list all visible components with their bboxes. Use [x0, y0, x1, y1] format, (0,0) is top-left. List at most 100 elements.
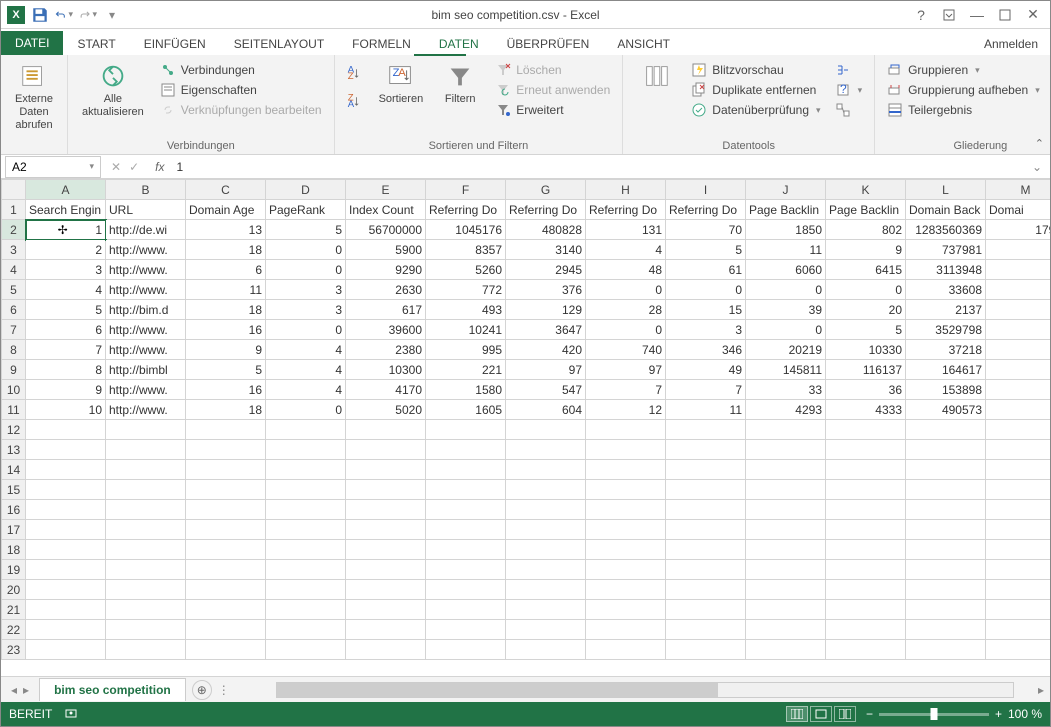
cell-B6[interactable]: http://bim.d [106, 300, 186, 320]
undo-icon[interactable]: ▾ [55, 6, 73, 24]
cell-B10[interactable]: http://www. [106, 380, 186, 400]
cell-F12[interactable] [426, 420, 506, 440]
tab-formeln[interactable]: FORMELN [338, 33, 425, 55]
tab-nav-last-icon[interactable]: ▸ [23, 683, 29, 697]
cell-C2[interactable]: 13 [186, 220, 266, 240]
cell-A17[interactable] [26, 520, 106, 540]
cell-D14[interactable] [266, 460, 346, 480]
accept-formula-icon[interactable]: ✓ [129, 160, 139, 174]
cell-M11[interactable]: 2 [986, 400, 1051, 420]
cell-L20[interactable] [906, 580, 986, 600]
row-header-5[interactable]: 5 [2, 280, 26, 300]
row-header-4[interactable]: 4 [2, 260, 26, 280]
cell-I2[interactable]: 70 [666, 220, 746, 240]
cell-C6[interactable]: 18 [186, 300, 266, 320]
cell-E13[interactable] [346, 440, 426, 460]
cell-L6[interactable]: 2137 [906, 300, 986, 320]
cell-C20[interactable] [186, 580, 266, 600]
cell-L7[interactable]: 3529798 [906, 320, 986, 340]
cell-I15[interactable] [666, 480, 746, 500]
cell-D18[interactable] [266, 540, 346, 560]
teilergebnis-button[interactable]: Teilergebnis [883, 101, 1044, 119]
cell-G13[interactable] [506, 440, 586, 460]
name-box[interactable]: A2▾ [5, 156, 101, 178]
cell-D17[interactable] [266, 520, 346, 540]
cell-H23[interactable] [586, 640, 666, 660]
cell-E8[interactable]: 2380 [346, 340, 426, 360]
cell-A1[interactable]: Search Engin [26, 200, 106, 220]
help-icon[interactable]: ? [908, 5, 934, 25]
cell-H14[interactable] [586, 460, 666, 480]
cell-A7[interactable]: 6 [26, 320, 106, 340]
cell-K2[interactable]: 802 [826, 220, 906, 240]
cell-I22[interactable] [666, 620, 746, 640]
fx-icon[interactable]: fx [149, 160, 170, 174]
cell-F18[interactable] [426, 540, 506, 560]
cell-D22[interactable] [266, 620, 346, 640]
cell-C22[interactable] [186, 620, 266, 640]
cell-M8[interactable] [986, 340, 1051, 360]
cell-H12[interactable] [586, 420, 666, 440]
cell-I1[interactable]: Referring Do [666, 200, 746, 220]
cell-H11[interactable]: 12 [586, 400, 666, 420]
cell-H22[interactable] [586, 620, 666, 640]
cell-K7[interactable]: 5 [826, 320, 906, 340]
cell-D13[interactable] [266, 440, 346, 460]
cell-H16[interactable] [586, 500, 666, 520]
cell-E21[interactable] [346, 600, 426, 620]
cell-A22[interactable] [26, 620, 106, 640]
cell-J16[interactable] [746, 500, 826, 520]
cell-D11[interactable]: 0 [266, 400, 346, 420]
cell-K23[interactable] [826, 640, 906, 660]
tab-datei[interactable]: DATEI [1, 31, 63, 55]
column-header-D[interactable]: D [266, 180, 346, 200]
cell-M9[interactable]: 1 [986, 360, 1051, 380]
erweitert-button[interactable]: Erweitert [491, 101, 614, 119]
column-header-J[interactable]: J [746, 180, 826, 200]
row-header-13[interactable]: 13 [2, 440, 26, 460]
cell-G8[interactable]: 420 [506, 340, 586, 360]
duplikate-entfernen-button[interactable]: Duplikate entfernen [687, 81, 824, 99]
cell-I18[interactable] [666, 540, 746, 560]
cell-D21[interactable] [266, 600, 346, 620]
redo-icon[interactable]: ▾ [79, 6, 97, 24]
cell-C10[interactable]: 16 [186, 380, 266, 400]
cell-E22[interactable] [346, 620, 426, 640]
cell-M16[interactable] [986, 500, 1051, 520]
cell-J4[interactable]: 6060 [746, 260, 826, 280]
cell-H19[interactable] [586, 560, 666, 580]
cell-K18[interactable] [826, 540, 906, 560]
cell-B23[interactable] [106, 640, 186, 660]
cell-E18[interactable] [346, 540, 426, 560]
qat-dropdown-icon[interactable]: ▾ [103, 6, 121, 24]
row-header-10[interactable]: 10 [2, 380, 26, 400]
cell-B11[interactable]: http://www. [106, 400, 186, 420]
cell-C1[interactable]: Domain Age [186, 200, 266, 220]
cell-F9[interactable]: 221 [426, 360, 506, 380]
zoom-in-button[interactable]: + [995, 707, 1002, 721]
cell-F22[interactable] [426, 620, 506, 640]
cell-F2[interactable]: 1045176 [426, 220, 506, 240]
column-header-F[interactable]: F [426, 180, 506, 200]
cell-I11[interactable]: 11 [666, 400, 746, 420]
cell-D16[interactable] [266, 500, 346, 520]
cell-K8[interactable]: 10330 [826, 340, 906, 360]
blitzvorschau-button[interactable]: Blitzvorschau [687, 61, 824, 79]
cell-B16[interactable] [106, 500, 186, 520]
formula-input[interactable]: 1 [170, 160, 1023, 174]
cell-E12[interactable] [346, 420, 426, 440]
cell-J7[interactable]: 0 [746, 320, 826, 340]
cell-B4[interactable]: http://www. [106, 260, 186, 280]
select-all-corner[interactable] [2, 180, 26, 200]
cell-L22[interactable] [906, 620, 986, 640]
cell-L23[interactable] [906, 640, 986, 660]
cell-M23[interactable] [986, 640, 1051, 660]
maximize-icon[interactable] [992, 5, 1018, 25]
cell-G4[interactable]: 2945 [506, 260, 586, 280]
cell-C15[interactable] [186, 480, 266, 500]
cell-F10[interactable]: 1580 [426, 380, 506, 400]
sort-za-button[interactable]: ZA [343, 93, 367, 111]
cell-L5[interactable]: 33608 [906, 280, 986, 300]
cell-K3[interactable]: 9 [826, 240, 906, 260]
cell-H17[interactable] [586, 520, 666, 540]
